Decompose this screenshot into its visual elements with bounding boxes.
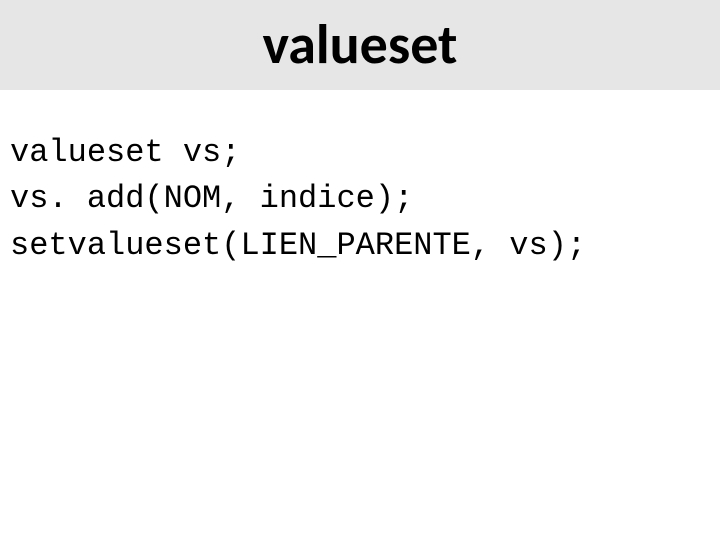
slide-title: valueset: [263, 11, 458, 79]
code-line-3: setvalueset(LIEN_PARENTE, vs);: [10, 223, 710, 269]
title-bar: valueset: [0, 0, 720, 90]
code-line-2: vs. add(NOM, indice);: [10, 176, 710, 222]
slide-body: valueset vs; vs. add(NOM, indice); setva…: [0, 90, 720, 269]
slide: valueset valueset vs; vs. add(NOM, indic…: [0, 0, 720, 540]
code-line-1: valueset vs;: [10, 130, 710, 176]
